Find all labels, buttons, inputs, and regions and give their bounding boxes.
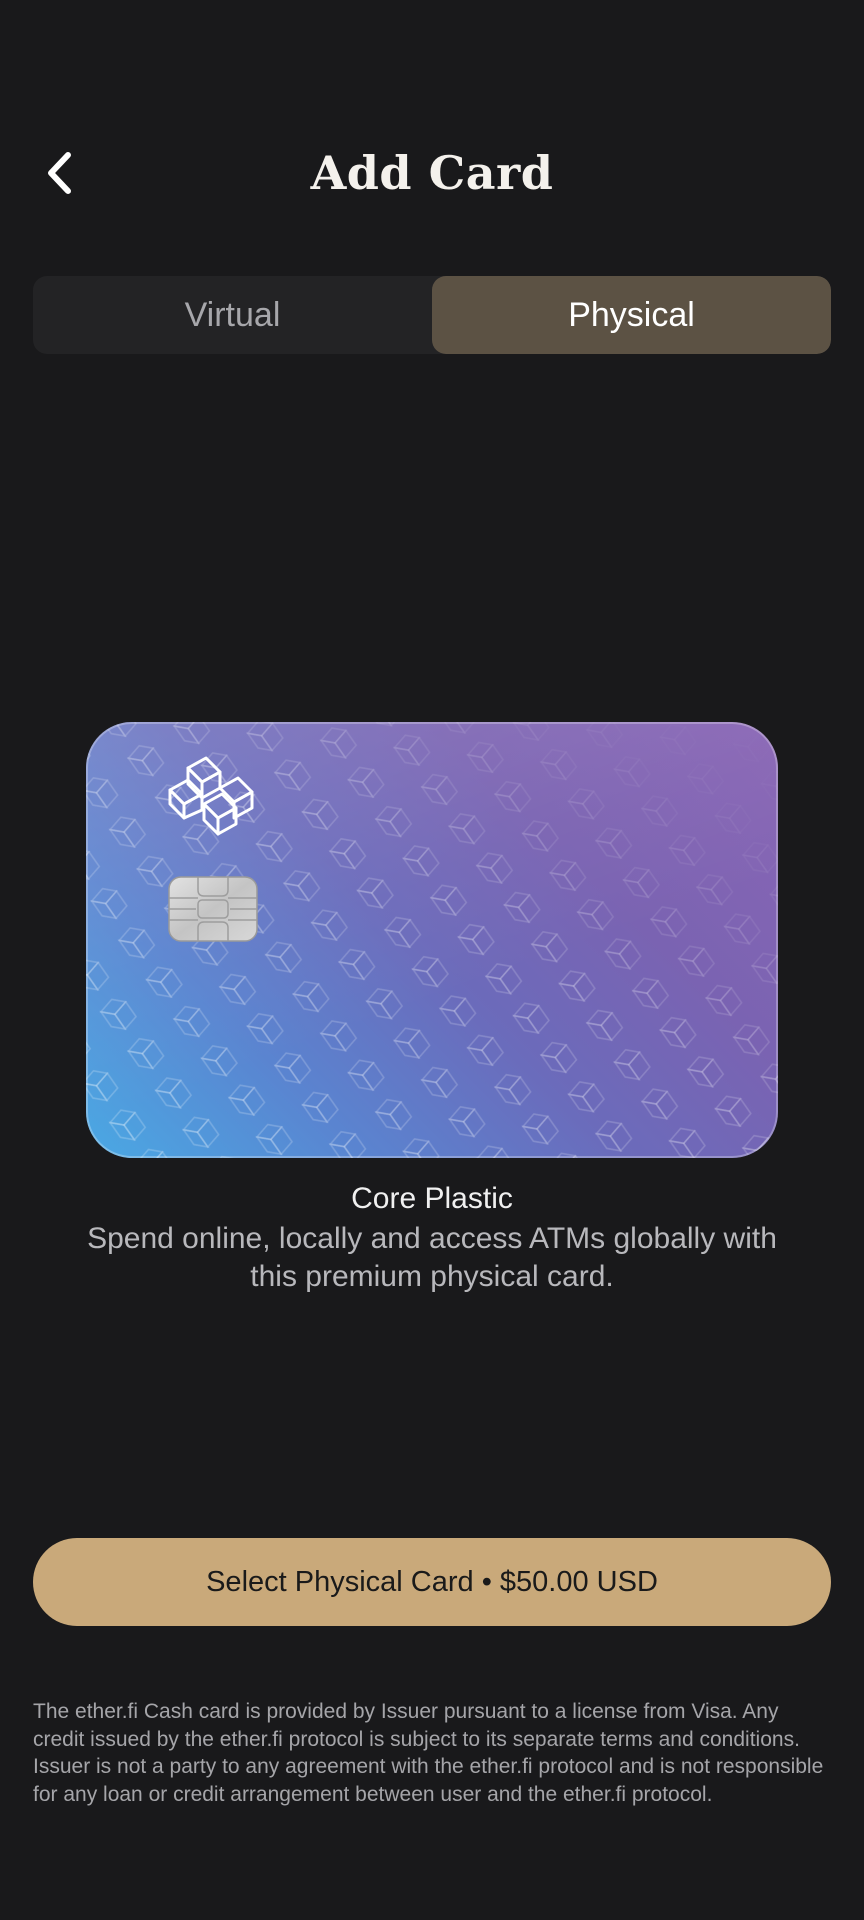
tab-virtual[interactable]: Virtual [33, 276, 432, 354]
card-chip-icon [168, 876, 258, 942]
card-name: Core Plastic [351, 1182, 513, 1215]
card-type-tabs: Virtual Physical [33, 276, 831, 354]
card-image [86, 722, 778, 1158]
card-preview [86, 722, 778, 1158]
tab-physical[interactable]: Physical [432, 276, 831, 354]
card-description: Spend online, locally and access ATMs gl… [87, 1222, 777, 1293]
add-card-screen: Add Card Virtual Physical Core Plastic S… [0, 0, 864, 1920]
select-physical-card-button[interactable]: Select Physical Card • $50.00 USD [33, 1538, 831, 1626]
etherfi-logo-icon [168, 756, 254, 836]
header: Add Card [0, 130, 864, 220]
page-title: Add Card [310, 146, 554, 200]
legal-disclaimer: The ether.fi Cash card is provided by Is… [33, 1700, 824, 1806]
